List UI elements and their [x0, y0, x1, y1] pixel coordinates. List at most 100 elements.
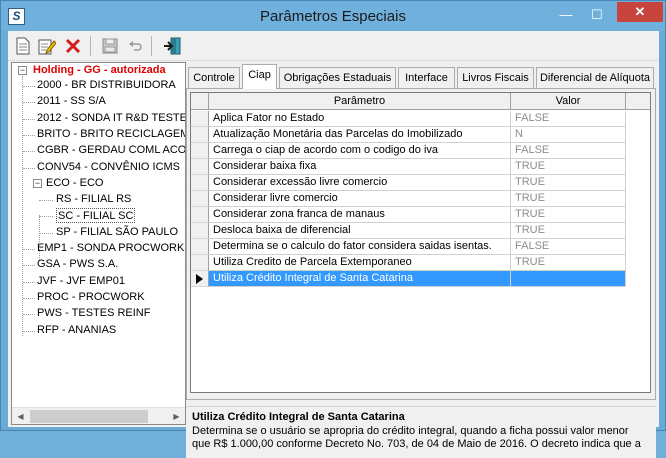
- cell-parametro[interactable]: Considerar zona franca de manaus: [209, 207, 511, 223]
- table-row[interactable]: Aplica Fator no Estado FALSE: [191, 111, 626, 127]
- tree-root-holding[interactable]: Holding - GG - autorizada: [33, 63, 166, 78]
- row-indicator[interactable]: [191, 159, 209, 175]
- new-button[interactable]: [12, 35, 34, 57]
- scroll-right-arrow-icon[interactable]: ▶: [168, 408, 185, 424]
- company-tree[interactable]: − Holding - GG - autorizada 2000 - BR DI…: [11, 62, 186, 425]
- exit-button[interactable]: [161, 35, 183, 57]
- row-indicator[interactable]: [191, 111, 209, 127]
- tree-item[interactable]: CONV54 - CONVÊNIO ICMS: [37, 160, 180, 175]
- row-indicator[interactable]: [191, 255, 209, 271]
- cell-parametro[interactable]: Desloca baixa de diferencial: [209, 223, 511, 239]
- tree-connector: [23, 134, 35, 136]
- tree-item[interactable]: GSA - PWS S.A.: [37, 257, 118, 272]
- cell-parametro[interactable]: Utiliza Credito de Parcela Extemporaneo: [209, 255, 511, 271]
- tab-obriga-es-estaduais[interactable]: Obrigações Estaduais: [279, 67, 396, 88]
- maximize-button[interactable]: ☐: [584, 6, 610, 26]
- tree-connector: [23, 151, 35, 153]
- tree-item[interactable]: PWS - TESTES REINF: [37, 306, 150, 321]
- tab-livros-fiscais[interactable]: Livros Fiscais: [457, 67, 534, 88]
- table-row[interactable]: Considerar excessão livre comercio TRUE: [191, 175, 626, 191]
- column-header-parametro[interactable]: Parâmetro: [209, 93, 511, 110]
- cell-parametro[interactable]: Aplica Fator no Estado: [209, 111, 511, 127]
- tree-item[interactable]: RFP - ANANIAS: [37, 323, 116, 338]
- cell-valor[interactable]: [511, 271, 626, 287]
- tree-item[interactable]: PROC - PROCWORK: [37, 290, 145, 305]
- cell-parametro[interactable]: Utiliza Crédito Integral de Santa Catari…: [209, 271, 511, 287]
- row-indicator[interactable]: [191, 223, 209, 239]
- cell-parametro[interactable]: Atualização Monetária das Parcelas do Im…: [209, 127, 511, 143]
- tree-item[interactable]: CGBR - GERDAU COML ACO: [37, 143, 185, 158]
- toolbar: [8, 31, 659, 61]
- tree-item[interactable]: 2000 - BR DISTRIBUIDORA: [37, 78, 176, 93]
- new-document-icon: [16, 37, 30, 55]
- row-indicator[interactable]: [191, 239, 209, 255]
- description-title: Utiliza Crédito Integral de Santa Catari…: [192, 411, 405, 423]
- tree-connector: [39, 200, 53, 202]
- minimize-button[interactable]: —: [553, 6, 579, 26]
- save-button[interactable]: [99, 35, 121, 57]
- grid-header-indicator: [191, 93, 209, 110]
- close-button[interactable]: ✕: [617, 2, 663, 22]
- table-row[interactable]: Atualização Monetária das Parcelas do Im…: [191, 127, 626, 143]
- table-row[interactable]: Considerar baixa fixa TRUE: [191, 159, 626, 175]
- main-panel: Controle Ciap Obrigações Estaduais Interfac…: [186, 62, 659, 458]
- tree-item[interactable]: EMP1 - SONDA PROCWORK: [37, 241, 184, 256]
- column-header-valor[interactable]: Valor: [511, 93, 626, 110]
- tree-collapse-toggle[interactable]: −: [18, 66, 27, 75]
- cell-valor[interactable]: FALSE: [511, 239, 626, 255]
- cell-valor[interactable]: FALSE: [511, 111, 626, 127]
- client-area: − Holding - GG - autorizada 2000 - BR DI…: [8, 31, 659, 458]
- cell-parametro[interactable]: Carrega o ciap de acordo com o codigo do…: [209, 143, 511, 159]
- tree-connector: [23, 167, 35, 169]
- cell-parametro[interactable]: Considerar baixa fixa: [209, 159, 511, 175]
- tree-collapse-toggle[interactable]: −: [33, 178, 42, 188]
- toolbar-separator: [151, 36, 152, 56]
- title-bar[interactable]: S Parâmetros Especiais — ☐ ✕: [1, 1, 665, 31]
- tab-ciap[interactable]: Ciap: [242, 64, 277, 89]
- cell-valor[interactable]: TRUE: [511, 255, 626, 271]
- cell-valor[interactable]: TRUE: [511, 207, 626, 223]
- edit-button[interactable]: [36, 35, 58, 57]
- scroll-left-arrow-icon[interactable]: ◀: [12, 408, 29, 424]
- tree-item[interactable]: RS - FILIAL RS: [56, 192, 131, 207]
- tree-item[interactable]: 2011 - SS S/A: [37, 94, 106, 109]
- table-row[interactable]: Considerar livre comercio TRUE: [191, 191, 626, 207]
- tree-connector: [23, 314, 35, 316]
- tree-horizontal-scrollbar[interactable]: ◀ ▶: [12, 407, 185, 424]
- tab-interface[interactable]: Interface: [398, 67, 455, 88]
- tree-item[interactable]: ECO - ECO: [46, 176, 103, 191]
- row-indicator[interactable]: [191, 191, 209, 207]
- cell-valor[interactable]: N: [511, 127, 626, 143]
- table-row[interactable]: Considerar zona franca de manaus TRUE: [191, 207, 626, 223]
- tree-item[interactable]: SP - FILIAL SÃO PAULO: [56, 225, 178, 240]
- cell-parametro[interactable]: Considerar excessão livre comercio: [209, 175, 511, 191]
- cell-parametro[interactable]: Considerar livre comercio: [209, 191, 511, 207]
- table-row[interactable]: Carrega o ciap de acordo com o codigo do…: [191, 143, 626, 159]
- cell-parametro[interactable]: Determina se o calculo do fator consider…: [209, 239, 511, 255]
- tree-item[interactable]: 2012 - SONDA IT R&D TESTE: [37, 111, 185, 126]
- parameters-grid[interactable]: Parâmetro Valor Aplica Fator no Estado FA…: [190, 92, 651, 393]
- tree-item[interactable]: BRITO - BRITO RECICLAGEM: [37, 127, 185, 142]
- tree-item[interactable]: SC - FILIAL SC: [56, 208, 136, 224]
- tab-diferencial-de-al-quota[interactable]: Diferencial de Alíquota: [536, 67, 654, 88]
- table-row[interactable]: Utiliza Crédito Integral de Santa Catari…: [191, 271, 626, 287]
- row-indicator[interactable]: [191, 175, 209, 191]
- delete-button[interactable]: [62, 35, 84, 57]
- cell-valor[interactable]: TRUE: [511, 175, 626, 191]
- scroll-thumb[interactable]: [30, 410, 148, 423]
- tab-controle[interactable]: Controle: [188, 67, 240, 88]
- tree-item[interactable]: JVF - JVF EMP01: [37, 274, 125, 289]
- undo-button[interactable]: [125, 35, 147, 57]
- tab-strip: Controle Ciap Obrigações Estaduais Interfac…: [186, 64, 659, 89]
- row-indicator[interactable]: [191, 143, 209, 159]
- row-indicator[interactable]: [191, 271, 209, 287]
- table-row[interactable]: Determina se o calculo do fator consider…: [191, 239, 626, 255]
- cell-valor[interactable]: TRUE: [511, 159, 626, 175]
- row-indicator[interactable]: [191, 127, 209, 143]
- table-row[interactable]: Desloca baixa de diferencial TRUE: [191, 223, 626, 239]
- cell-valor[interactable]: TRUE: [511, 223, 626, 239]
- row-indicator[interactable]: [191, 207, 209, 223]
- cell-valor[interactable]: FALSE: [511, 143, 626, 159]
- table-row[interactable]: Utiliza Credito de Parcela Extemporaneo T…: [191, 255, 626, 271]
- cell-valor[interactable]: TRUE: [511, 191, 626, 207]
